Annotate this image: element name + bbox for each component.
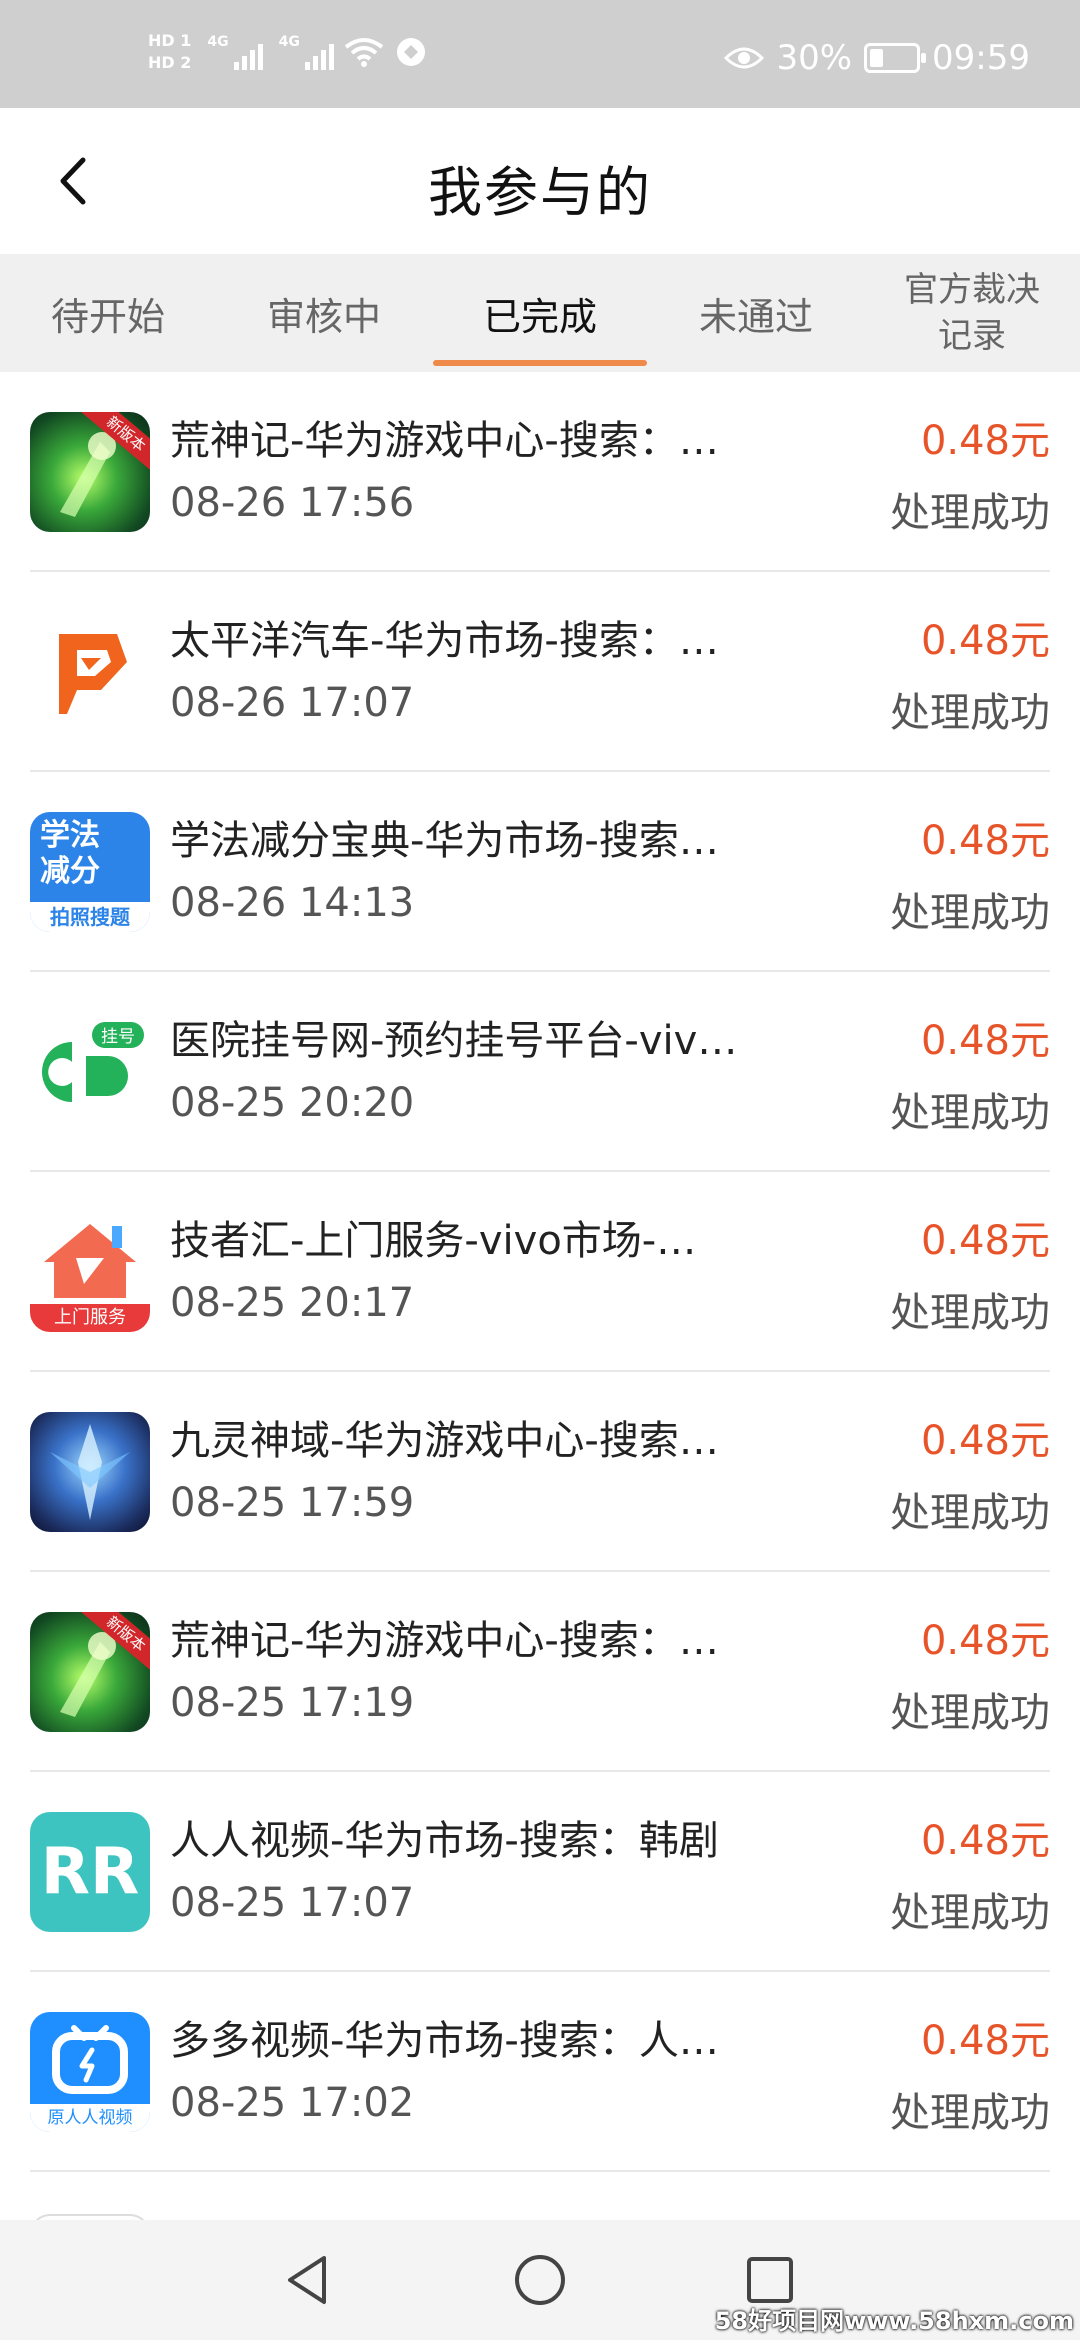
nav-recents-button[interactable] [742,2252,798,2308]
hospital-icon-badge: 挂号 [101,1027,135,1047]
duoduo-icon: 原人人视频 [30,2012,150,2132]
item-title: 多多视频-华为市场-搜索：人… [170,2018,719,2064]
eye-comfort-icon [724,47,765,69]
item-title: 技者汇-上门服务-vivo市场-… [170,1218,697,1264]
item-status: 处理成功 [890,1690,1050,1736]
item-title: 荒神记-华为游戏中心-搜索：… [170,1618,719,1664]
item-title: 荒神记-华为游戏中心-搜索：… [170,418,719,464]
list-item[interactable]: RR 人人视频-华为市场-搜索：韩剧 08-25 17:07 0.48元 处理成… [30,1772,1050,1972]
list-item[interactable]: 太平洋汽车-华为市场-搜索：… 08-26 17:07 0.48元 处理成功 [30,572,1050,772]
tab-pending-start[interactable]: 待开始 [0,254,216,372]
nav-home-button[interactable] [512,2252,568,2308]
item-status: 处理成功 [890,2090,1050,2136]
item-time: 08-25 17:19 [170,1680,415,1726]
item-amount: 0.48元 [920,1418,1050,1464]
status-left: HD 1 HD 2 4G 4G [148,32,428,72]
jizhe-icon-caption: 上门服务 [30,1304,150,1332]
list-item[interactable]: 挂号 医院挂号网-预约挂号平台-viv… 08-25 20:20 0.48元 处… [30,972,1050,1172]
list-item[interactable]: 新版本 荒神记-华为游戏中心-搜索：… 08-25 17:19 0.48元 处理… [30,1572,1050,1772]
hospital-icon: 挂号 [30,1012,150,1132]
tab-completed[interactable]: 已完成 [432,254,648,372]
jizhe-icon: 上门服务 [30,1212,150,1332]
item-amount: 0.48元 [920,1618,1050,1664]
tab-official-ruling-line2: 记录 [938,316,1006,356]
renren-icon: RR [30,1812,150,1932]
battery-percent: 30% [776,38,853,78]
item-time: 08-25 20:20 [170,1080,415,1126]
tab-official-ruling[interactable]: 官方裁决 记录 [864,254,1080,372]
xuefa-icon: 学法 减分 拍照搜题 [30,812,150,932]
xuefa-icon-text: 学法 减分 [40,818,100,890]
item-amount: 0.48元 [920,1018,1050,1064]
item-amount: 0.48元 [920,818,1050,864]
system-nav-bar: 58好项目网www.58hxm.com [0,2220,1080,2340]
taiping-logo-icon [30,612,150,732]
game-icon: 新版本 [30,412,150,532]
item-title: 人人视频-华为市场-搜索：韩剧 [170,1818,719,1864]
renren-icon-text: RR [40,1835,140,1909]
item-status: 处理成功 [890,690,1050,736]
signal2-label: 4G [278,34,300,50]
hd-indicator: HD 1 HD 2 [148,32,191,72]
clock: 09:59 [932,38,1030,78]
item-status: 处理成功 [890,1490,1050,1536]
signal-icon-2: 4G [279,34,334,70]
item-status: 处理成功 [890,490,1050,536]
item-amount: 0.48元 [920,1818,1050,1864]
item-status: 处理成功 [890,1090,1050,1136]
item-title: 医院挂号网-预约挂号平台-viv… [170,1018,738,1064]
page-title: 我参与的 [428,161,652,224]
tab-under-review[interactable]: 审核中 [216,254,432,372]
task-list: 新版本 荒神记-华为游戏中心-搜索：… 08-26 17:56 0.48元 处理… [30,372,1050,2172]
list-item[interactable]: 原人人视频 多多视频-华为市场-搜索：人… 08-25 17:02 0.48元 … [30,1972,1050,2172]
tab-official-ruling-line1: 官方裁决 [904,270,1040,310]
item-amount: 0.48元 [920,1218,1050,1264]
item-title: 九灵神域-华为游戏中心-搜索… [170,1418,719,1464]
item-time: 08-26 14:13 [170,880,415,926]
tab-rejected[interactable]: 未通过 [648,254,864,372]
list-item[interactable]: 上门服务 技者汇-上门服务-vivo市场-… 08-25 20:17 0.48元… [30,1172,1050,1372]
square-recents-icon [747,2257,793,2303]
item-status: 处理成功 [890,890,1050,936]
duoduo-icon-caption: 原人人视频 [30,2104,150,2132]
tab-official-ruling-label: 官方裁决 记录 [904,267,1040,359]
xuefa-icon-caption: 拍照搜题 [30,902,150,932]
nav-back-button[interactable] [280,2252,336,2308]
xuefa-icon-line2: 减分 [40,854,100,889]
game-icon: 新版本 [30,1612,150,1732]
data-saver-icon [396,38,425,66]
item-time: 08-25 17:59 [170,1480,415,1526]
game2-icon [30,1412,150,1532]
hd1-label: HD 1 [148,31,192,50]
item-status: 处理成功 [890,1290,1050,1336]
item-amount: 0.48元 [920,618,1050,664]
item-amount: 0.48元 [920,2018,1050,2064]
item-time: 08-26 17:56 [170,480,415,526]
item-amount: 0.48元 [920,418,1050,464]
app-header: 我参与的 [0,108,1080,254]
list-item[interactable]: 学法 减分 拍照搜题 学法减分宝典-华为市场-搜索… 08-26 14:13 0… [30,772,1050,972]
circle-home-icon [515,2255,565,2305]
item-time: 08-25 17:07 [170,1880,415,1926]
item-title: 太平洋汽车-华为市场-搜索：… [170,618,719,664]
watermark: 58好项目网www.58hxm.com [714,2307,1074,2335]
status-bar: HD 1 HD 2 4G 4G 30% 09:59 [0,0,1080,108]
tab-bar: 待开始 审核中 已完成 未通过 官方裁决 记录 [0,254,1080,372]
triangle-back-icon [288,2256,326,2304]
battery-icon [864,43,927,73]
item-time: 08-25 20:17 [170,1280,415,1326]
hd2-label: HD 2 [148,53,192,72]
list-item[interactable]: 九灵神域-华为游戏中心-搜索… 08-25 17:59 0.48元 处理成功 [30,1372,1050,1572]
item-status: 处理成功 [890,1890,1050,1936]
signal-icon: 4G [207,34,263,70]
status-right: 30% 09:59 [724,38,1030,78]
list-item[interactable]: 新版本 荒神记-华为游戏中心-搜索：… 08-26 17:56 0.48元 处理… [30,372,1050,572]
xuefa-icon-line1: 学法 [40,818,100,853]
item-title: 学法减分宝典-华为市场-搜索… [170,818,719,864]
item-time: 08-26 17:07 [170,680,415,726]
wifi-icon [344,38,384,67]
item-time: 08-25 17:02 [170,2080,415,2126]
signal1-label: 4G [207,34,229,50]
